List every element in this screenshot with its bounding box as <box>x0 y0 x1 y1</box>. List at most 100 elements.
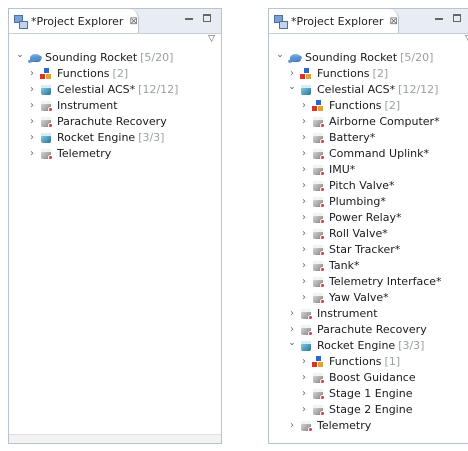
chevron-right-icon[interactable]: › <box>27 82 37 98</box>
tree-item-label: Instrument <box>57 99 118 112</box>
tree-item-label: Parachute Recovery <box>57 115 167 128</box>
tree-item-yaw-valve[interactable]: › Yaw Valve* <box>269 290 468 306</box>
chevron-right-icon[interactable]: › <box>299 354 309 370</box>
chevron-right-icon[interactable]: › <box>287 306 297 322</box>
tree-item-label: Command Uplink* <box>329 147 430 160</box>
component-error-icon <box>312 196 325 208</box>
chevron-right-icon[interactable]: › <box>299 178 309 194</box>
tree-item-roll-valve[interactable]: › Roll Valve* <box>269 226 468 242</box>
tree-item-airborne-computer[interactable]: › Airborne Computer* <box>269 114 468 130</box>
tree-item-instrument[interactable]: › Instrument <box>9 98 221 114</box>
tree-item-telemetry-interface[interactable]: › Telemetry Interface* <box>269 274 468 290</box>
chevron-down-icon[interactable]: ⌄ <box>287 335 297 351</box>
tree-item-label: Roll Valve* <box>329 227 388 240</box>
tree-item-power-relay[interactable]: › Power Relay* <box>269 210 468 226</box>
chevron-right-icon[interactable]: › <box>299 226 309 242</box>
tree-item-label: Telemetry Interface* <box>329 275 442 288</box>
component-error-icon <box>312 228 325 240</box>
maximize-icon[interactable] <box>203 14 211 22</box>
tree-item-celestial-acs[interactable]: ⌄ Celestial ACS* [12/12] <box>269 82 468 98</box>
tree-item-functions[interactable]: › Functions [1] <box>269 354 468 370</box>
tree-item-functions[interactable]: › Functions [2] <box>269 98 468 114</box>
project-explorer-tab[interactable]: *Project Explorer ⊠ <box>9 9 139 33</box>
tree-item-tank[interactable]: › Tank* <box>269 258 468 274</box>
chevron-right-icon[interactable]: › <box>299 114 309 130</box>
tree-item-sounding-rocket[interactable]: ⌄ Sounding Rocket [5/20] <box>269 50 468 66</box>
chevron-right-icon[interactable]: › <box>299 146 309 162</box>
chevron-right-icon[interactable]: › <box>299 98 309 114</box>
tree-item-label: Functions <box>329 355 382 368</box>
chevron-right-icon[interactable]: › <box>299 402 309 418</box>
tree-item-label: Plumbing* <box>329 195 386 208</box>
tree-item-imu[interactable]: › IMU* <box>269 162 468 178</box>
tree-item-parachute-recovery[interactable]: › Parachute Recovery <box>269 322 468 338</box>
tree-item-stage-1-engine[interactable]: › Stage 1 Engine <box>269 386 468 402</box>
chevron-down-icon[interactable]: ⌄ <box>15 47 25 63</box>
component-error-icon <box>300 324 313 336</box>
chevron-right-icon[interactable]: › <box>299 370 309 386</box>
tree-item-label: Tank* <box>329 259 360 272</box>
tree-item-label: Functions <box>329 99 382 112</box>
tree-item-plumbing[interactable]: › Plumbing* <box>269 194 468 210</box>
chevron-right-icon[interactable]: › <box>299 130 309 146</box>
tab-title: *Project Explorer <box>31 14 124 28</box>
chevron-right-icon[interactable]: › <box>27 130 37 146</box>
tree-item-label: Yaw Valve* <box>329 291 389 304</box>
tree-item-label: Pitch Valve* <box>329 179 395 192</box>
tree-item-label: Stage 1 Engine <box>329 387 413 400</box>
component-error-icon <box>312 244 325 256</box>
tree-item-functions[interactable]: › Functions [2] <box>269 66 468 82</box>
horizontal-scrollbar[interactable] <box>9 434 221 443</box>
tree-item-rocket-engine[interactable]: › Rocket Engine [3/3] <box>9 130 221 146</box>
chevron-right-icon[interactable]: › <box>299 258 309 274</box>
component-error-icon <box>312 212 325 224</box>
project-tree: ⌄ Sounding Rocket [5/20] › Functions [2] › Cele… <box>9 50 221 162</box>
tree-item-telemetry[interactable]: › Telemetry <box>9 146 221 162</box>
tree-item-command-uplink[interactable]: › Command Uplink* <box>269 146 468 162</box>
project-explorer-tab[interactable]: *Project Explorer ⊠ <box>269 9 399 33</box>
chevron-right-icon[interactable]: › <box>299 194 309 210</box>
tree-item-pitch-valve[interactable]: › Pitch Valve* <box>269 178 468 194</box>
tree-item-telemetry[interactable]: › Telemetry <box>269 418 468 434</box>
chevron-right-icon[interactable]: › <box>27 98 37 114</box>
close-icon[interactable]: ⊠ <box>389 16 397 27</box>
component-error-icon <box>312 292 325 304</box>
tree-item-celestial-acs[interactable]: › Celestial ACS* [12/12] <box>9 82 221 98</box>
minimize-icon[interactable] <box>185 18 193 20</box>
component-error-icon <box>312 148 325 160</box>
chevron-right-icon[interactable]: › <box>299 162 309 178</box>
view-tab-bar: *Project Explorer ⊠ <box>269 9 468 34</box>
tree-item-battery[interactable]: › Battery* <box>269 130 468 146</box>
component-error-icon <box>312 164 325 176</box>
rocket-project-icon <box>27 52 43 65</box>
minimize-icon[interactable] <box>435 18 443 20</box>
chevron-right-icon[interactable]: › <box>287 418 297 434</box>
tree-item-boost-guidance[interactable]: › Boost Guidance <box>269 370 468 386</box>
tree-item-instrument[interactable]: › Instrument <box>269 306 468 322</box>
chevron-right-icon[interactable]: › <box>299 274 309 290</box>
close-icon[interactable]: ⊠ <box>129 16 137 27</box>
component-error-icon <box>312 388 325 400</box>
maximize-icon[interactable] <box>453 14 461 22</box>
chevron-right-icon[interactable]: › <box>299 290 309 306</box>
tree-item-count: [5/20] <box>140 51 174 64</box>
tree-item-functions[interactable]: › Functions [2] <box>9 66 221 82</box>
project-explorer-right: *Project Explorer ⊠ ▽ ⌄ Sounding Rocket[5… <box>268 8 468 444</box>
tree-item-stage-2-engine[interactable]: › Stage 2 Engine <box>269 402 468 418</box>
tree-item-rocket-engine[interactable]: ⌄ Rocket Engine [3/3] <box>269 338 468 354</box>
chevron-down-icon[interactable]: ⌄ <box>275 47 285 63</box>
chevron-down-icon[interactable]: ⌄ <box>287 79 297 95</box>
tree-item-count: [1] <box>384 355 401 368</box>
chevron-right-icon[interactable]: › <box>299 386 309 402</box>
tree-item-parachute-recovery[interactable]: › Parachute Recovery <box>9 114 221 130</box>
view-menu-icon[interactable]: ▽ <box>208 34 215 44</box>
chevron-right-icon[interactable]: › <box>27 66 37 82</box>
component-error-icon <box>300 420 313 432</box>
chevron-right-icon[interactable]: › <box>27 146 37 162</box>
chevron-right-icon[interactable]: › <box>299 242 309 258</box>
tree-item-sounding-rocket[interactable]: ⌄ Sounding Rocket [5/20] <box>9 50 221 66</box>
tree-item-label: Telemetry <box>317 419 372 432</box>
chevron-right-icon[interactable]: › <box>299 210 309 226</box>
chevron-right-icon[interactable]: › <box>27 114 37 130</box>
tree-item-star-tracker[interactable]: › Star Tracker* <box>269 242 468 258</box>
